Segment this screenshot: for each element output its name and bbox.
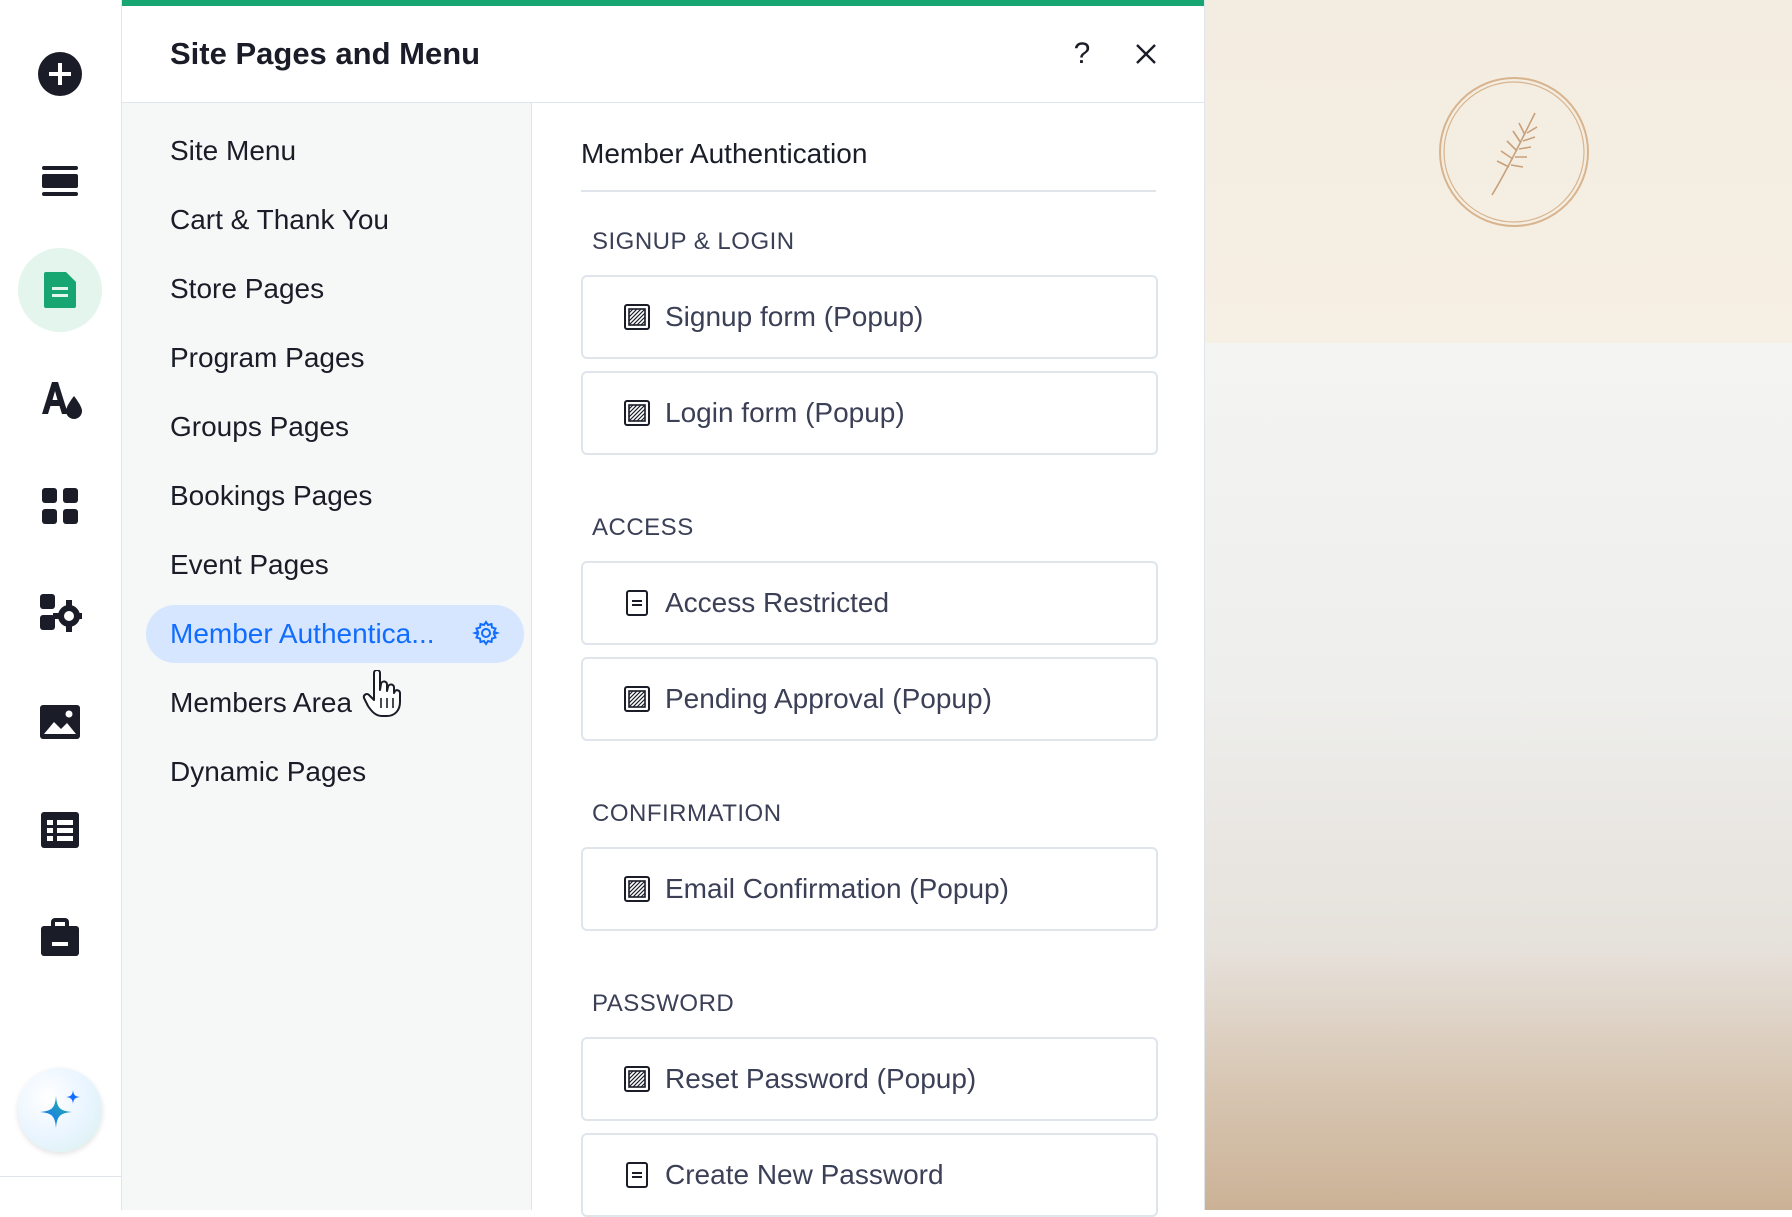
nav-item-label: Groups Pages: [170, 411, 349, 442]
nav-item-label: Event Pages: [170, 549, 329, 580]
pages-button[interactable]: [18, 248, 102, 332]
site-pages-panel: Site Pages and Menu ? Site Menu Cart & T…: [122, 0, 1205, 1217]
rail-divider: [0, 1176, 121, 1177]
nav-item-label: Members Area: [170, 687, 353, 718]
nav-item-program-pages[interactable]: Program Pages: [146, 329, 524, 387]
nav-item-label: Program Pages: [170, 342, 365, 373]
group-label-password: PASSWORD: [592, 990, 735, 1017]
media-button[interactable]: [18, 680, 102, 764]
editor-left-rail: [0, 0, 122, 1210]
nav-item-bookings-pages[interactable]: Bookings Pages: [146, 467, 524, 525]
apps-button[interactable]: [18, 464, 102, 548]
popup-icon: [623, 399, 651, 427]
close-icon: [1136, 44, 1156, 64]
page-icon: [623, 589, 651, 617]
page-row-label: Signup form (Popup): [665, 301, 924, 332]
nav-item-label: Site Menu: [170, 135, 297, 166]
nav-item-dynamic-pages[interactable]: Dynamic Pages: [146, 743, 524, 801]
page-row-pending-approval[interactable]: Pending Approval (Popup): [581, 657, 1158, 741]
panel-title: Site Pages and Menu: [170, 36, 481, 71]
apps-grid-icon: [42, 488, 78, 524]
page-row-access-restricted[interactable]: Access Restricted: [581, 561, 1158, 645]
nav-item-event-pages[interactable]: Event Pages: [146, 536, 524, 594]
close-button[interactable]: [1128, 36, 1164, 72]
help-button[interactable]: ?: [1064, 36, 1100, 72]
site-design-button[interactable]: [18, 356, 102, 440]
site-logo: [1439, 77, 1589, 227]
preview-header-strip: [1205, 0, 1792, 343]
nav-item-cart-thank-you[interactable]: Cart & Thank You: [146, 191, 524, 249]
nav-item-member-authentication[interactable]: Member Authentica...: [146, 605, 524, 663]
nav-item-label: Cart & Thank You: [170, 204, 389, 235]
group-label-access: ACCESS: [592, 514, 694, 541]
nav-item-site-menu[interactable]: Site Menu: [146, 122, 524, 180]
popup-icon: [623, 1065, 651, 1093]
site-preview-canvas[interactable]: [1205, 0, 1792, 1210]
page-row-create-new-password[interactable]: Create New Password: [581, 1133, 1158, 1217]
add-elements-button[interactable]: [18, 32, 102, 116]
image-icon: [40, 705, 80, 739]
settings-gear-button[interactable]: [471, 619, 501, 652]
page-row-label: Email Confirmation (Popup): [665, 873, 1009, 904]
nav-item-label: Dynamic Pages: [170, 756, 367, 787]
sections-button[interactable]: [18, 140, 102, 224]
preview-hero-image: [1205, 343, 1792, 1210]
nav-item-label: Bookings Pages: [170, 480, 373, 511]
nav-item-label: Member Authentica...: [170, 618, 435, 649]
pages-category-nav: Site Menu Cart & Thank You Store Pages P…: [122, 103, 532, 1210]
page-icon: [623, 1161, 651, 1189]
member-authentication-pages: Member Authentication SIGNUP & LOGIN Sig…: [532, 103, 1204, 1217]
panel-header: Site Pages and Menu ?: [122, 6, 1204, 103]
business-button[interactable]: [18, 896, 102, 980]
ai-assistant-button[interactable]: [18, 1068, 102, 1152]
page-row-label: Access Restricted: [665, 587, 890, 618]
popup-icon: [623, 303, 651, 331]
briefcase-icon: [41, 918, 79, 956]
plus-circle-icon: [38, 52, 82, 96]
page-row-reset-password[interactable]: Reset Password (Popup): [581, 1037, 1158, 1121]
nav-item-groups-pages[interactable]: Groups Pages: [146, 398, 524, 456]
popup-icon: [623, 875, 651, 903]
cms-button[interactable]: [18, 788, 102, 872]
table-icon: [41, 812, 79, 848]
group-label-signup-login: SIGNUP & LOGIN: [592, 228, 795, 255]
page-row-label: Reset Password (Popup): [665, 1063, 977, 1094]
group-label-confirmation: CONFIRMATION: [592, 800, 782, 827]
page-icon: [44, 272, 76, 308]
page-row-signup-form[interactable]: Signup form (Popup): [581, 275, 1158, 359]
page-row-label: Create New Password: [665, 1159, 944, 1190]
page-row-login-form[interactable]: Login form (Popup): [581, 371, 1158, 455]
sparkle-icon: [40, 1090, 80, 1128]
nav-item-label: Store Pages: [170, 273, 325, 304]
add-apps-button[interactable]: [18, 572, 102, 656]
puzzle-icon: [40, 594, 82, 632]
help-icon: ?: [1073, 37, 1091, 70]
page-row-label: Login form (Popup): [665, 397, 905, 428]
design-icon: [42, 382, 82, 419]
nav-item-members-area[interactable]: Members Area: [146, 674, 524, 732]
page-row-label: Pending Approval (Popup): [665, 683, 992, 714]
page-row-email-confirmation[interactable]: Email Confirmation (Popup): [581, 847, 1158, 931]
sections-icon: [42, 166, 78, 196]
gear-icon: [471, 620, 501, 646]
popup-icon: [623, 685, 651, 713]
section-title: Member Authentication: [581, 138, 1156, 192]
nav-item-store-pages[interactable]: Store Pages: [146, 260, 524, 318]
